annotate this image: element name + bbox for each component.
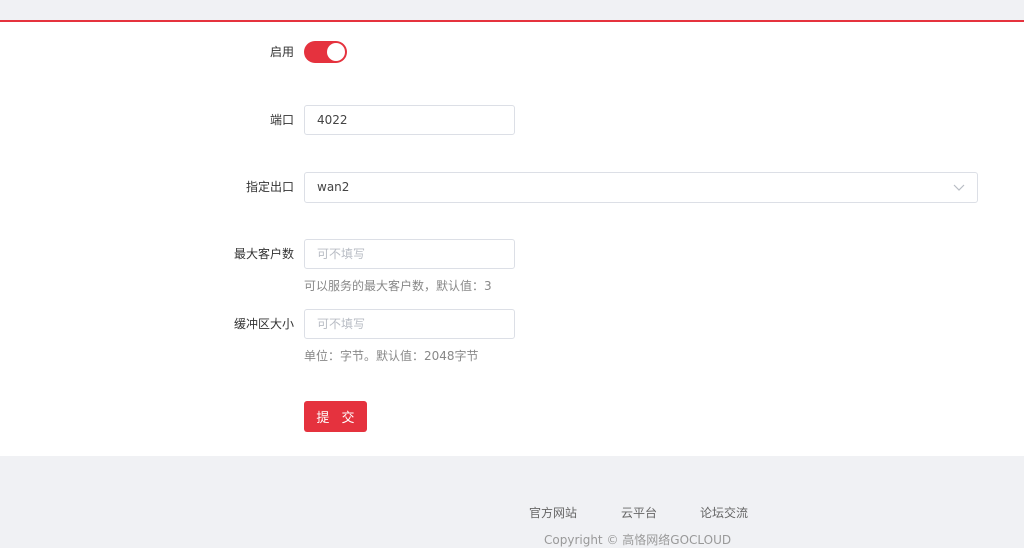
outlet-label: 指定出口 (245, 180, 294, 194)
max-clients-hint: 可以服务的最大客户数，默认值：3 (304, 279, 492, 293)
max-clients-label: 最大客户数 (233, 247, 294, 261)
enable-toggle[interactable] (304, 41, 347, 63)
footer-link-official-site[interactable]: 官方网站 (529, 504, 577, 521)
footer-link-forum[interactable]: 论坛交流 (700, 504, 748, 521)
port-label: 端口 (269, 113, 294, 127)
footer-link-cloud-platform[interactable]: 云平台 (621, 504, 657, 521)
top-bar (0, 0, 1024, 22)
buffer-size-input[interactable] (304, 309, 515, 339)
enable-label: 启用 (269, 45, 294, 59)
outlet-select[interactable]: wan2 (304, 172, 978, 203)
outlet-select-value: wan2 (317, 180, 350, 194)
chevron-down-icon (953, 173, 965, 202)
copyright-text: Copyright © 高恪网络GOCLOUD (544, 533, 732, 547)
max-clients-input[interactable] (304, 239, 515, 269)
buffer-size-hint: 单位：字节。默认值：2048字节 (304, 349, 479, 363)
buffer-size-label: 缓冲区大小 (233, 317, 294, 331)
toggle-knob (327, 43, 345, 61)
port-input[interactable] (304, 105, 515, 135)
submit-button[interactable]: 提 交 (304, 401, 367, 432)
